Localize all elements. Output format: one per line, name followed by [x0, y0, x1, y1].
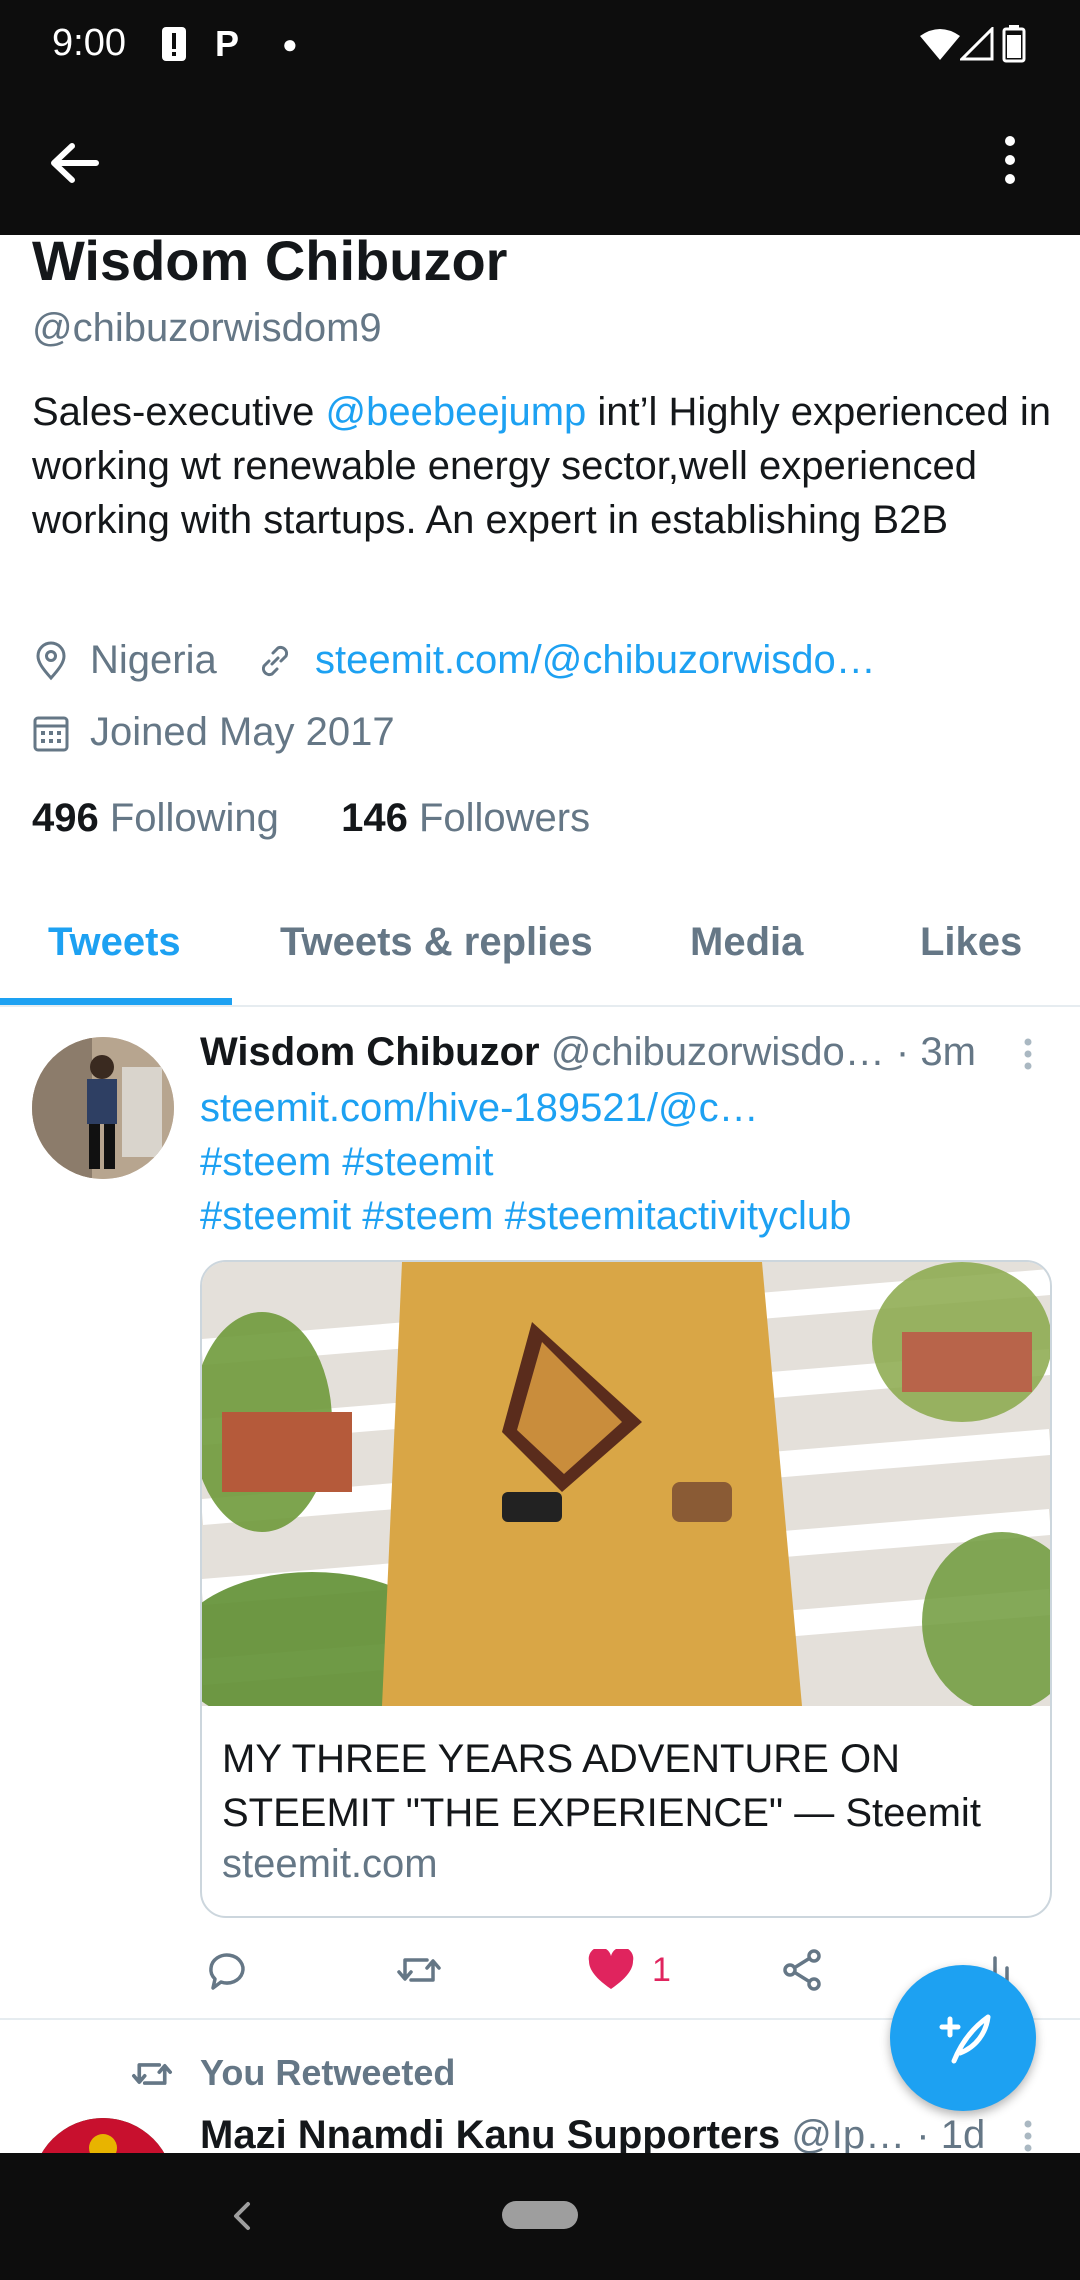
- dot-notification-icon: ●: [282, 28, 298, 59]
- retweet-icon: [397, 1958, 441, 1982]
- tab-tweets-and-replies[interactable]: Tweets & replies: [280, 920, 593, 965]
- profile-handle: @chibuzorwisdom9: [32, 306, 382, 350]
- home-pill-button[interactable]: [502, 2201, 578, 2229]
- retweet-indicator-icon: [130, 2054, 174, 2099]
- bio-mention-link[interactable]: @beebeejump: [325, 390, 586, 434]
- more-vertical-icon: [1024, 1038, 1032, 1070]
- retweet-button[interactable]: [395, 1945, 443, 1995]
- reply-icon: [209, 1953, 245, 1990]
- tweet-menu-button[interactable]: [1010, 1036, 1046, 1081]
- tweet-header: Wisdom Chibuzor @chibuzorwisdo… · 3m: [200, 1030, 976, 1075]
- bio-text-start: Sales-executive: [32, 390, 326, 434]
- compose-tweet-button[interactable]: [890, 1965, 1036, 2111]
- following-stat[interactable]: 496 Following: [32, 796, 279, 840]
- battery-icon: [1002, 24, 1026, 64]
- tweet-hashtags-1[interactable]: #steem #steemit: [200, 1140, 493, 1185]
- alert-notification-icon: [160, 24, 188, 64]
- location-text: Nigeria: [90, 638, 217, 682]
- profile-tabs: Tweets Tweets & replies Media Likes: [0, 890, 1080, 1007]
- following-label: Following: [109, 796, 279, 840]
- heart-icon: [588, 1949, 634, 1989]
- card-domain: steemit.com: [222, 1842, 438, 1886]
- cell-signal-icon: [960, 24, 994, 64]
- parking-notification-icon: P: [215, 23, 240, 64]
- status-time: 9:00: [52, 22, 126, 64]
- tweet-link[interactable]: steemit.com/hive-189521/@c…: [200, 1086, 759, 1131]
- compose-icon: [939, 2014, 991, 2064]
- tweet-author[interactable]: Wisdom Chibuzor: [200, 1030, 540, 1074]
- followers-label: Followers: [418, 796, 591, 840]
- tab-likes[interactable]: Likes: [920, 920, 1022, 965]
- profile-website[interactable]: steemit.com/@chibuzorwisdo…: [255, 638, 876, 683]
- profile-bio: Sales-executive @beebeejump int’l Highly…: [32, 385, 1052, 547]
- link-icon: [261, 645, 289, 676]
- location-pin-icon: [36, 641, 66, 680]
- tweet-time: · 3m: [895, 1030, 976, 1074]
- retweet-handle: @Ip…: [791, 2113, 906, 2157]
- more-vertical-icon: [1024, 2120, 1032, 2152]
- nav-back-button[interactable]: [222, 2196, 262, 2241]
- followers-count: 146: [341, 796, 408, 840]
- retweet-author[interactable]: Mazi Nnamdi Kanu Supporters: [200, 2113, 780, 2157]
- chevron-left-icon: [234, 2202, 250, 2230]
- tab-media[interactable]: Media: [690, 920, 803, 965]
- arrow-left-icon: [51, 143, 99, 183]
- profile-stats: 496 Following 146 Followers: [32, 796, 590, 841]
- back-button[interactable]: [40, 130, 110, 200]
- tweet-hashtags-2[interactable]: #steemit #steem #steemitactivityclub: [200, 1194, 851, 1239]
- active-tab-indicator: [0, 998, 232, 1005]
- profile-name: Wisdom Chibuzor: [32, 229, 508, 292]
- link-preview-card[interactable]: MY THREE YEARS ADVENTURE ON STEEMIT "THE…: [200, 1260, 1052, 1918]
- more-options-button[interactable]: [985, 128, 1035, 198]
- avatar[interactable]: [32, 1037, 174, 1179]
- system-navigation-bar: [0, 2153, 1080, 2280]
- following-count: 496: [32, 796, 99, 840]
- like-button[interactable]: 1: [588, 1945, 671, 1995]
- top-bar: 9:00 P ●: [0, 0, 1080, 235]
- profile-joined: Joined May 2017: [32, 710, 395, 755]
- card-title: MY THREE YEARS ADVENTURE ON STEEMIT "THE…: [222, 1737, 981, 1835]
- retweeted-label: You Retweeted: [200, 2052, 456, 2093]
- calendar-icon: [33, 716, 69, 751]
- share-button[interactable]: [780, 1945, 824, 1995]
- tab-tweets[interactable]: Tweets: [48, 920, 181, 965]
- joined-text: Joined May 2017: [90, 710, 395, 754]
- share-icon: [783, 1949, 821, 1991]
- reply-button[interactable]: [205, 1945, 249, 1995]
- wifi-icon: [920, 24, 960, 64]
- more-vertical-icon: [1005, 136, 1015, 184]
- profile-location: Nigeria: [32, 638, 217, 683]
- retweet-header: Mazi Nnamdi Kanu Supporters @Ip… · 1d: [200, 2113, 985, 2158]
- tweet-handle: @chibuzorwisdo…: [550, 1030, 885, 1074]
- followers-stat[interactable]: 146 Followers: [341, 796, 590, 840]
- like-count: 1: [652, 1950, 671, 1989]
- card-image: [202, 1262, 1050, 1732]
- website-link[interactable]: steemit.com/@chibuzorwisdo…: [315, 638, 876, 683]
- retweet-time: · 1d: [916, 2113, 986, 2157]
